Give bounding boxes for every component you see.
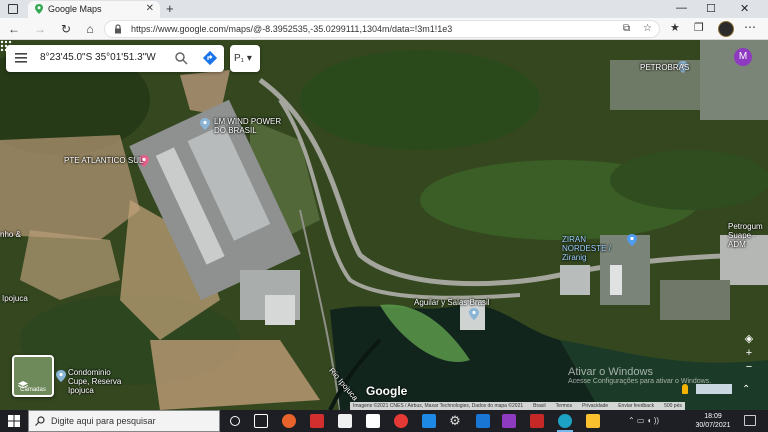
app-icon-4[interactable]: [366, 414, 380, 428]
tab-google-maps[interactable]: Google Maps ✕: [28, 1, 160, 18]
menu-icon[interactable]: [15, 52, 27, 64]
app-icon-6[interactable]: [476, 414, 490, 428]
layers-button[interactable]: Camadas: [12, 355, 54, 397]
back-icon[interactable]: ←: [6, 21, 22, 37]
place-label-lm-wind-power[interactable]: LM WIND POWER DO BRASIL: [214, 117, 282, 135]
taskbar-clock[interactable]: 18:09 30/07/2021: [694, 412, 732, 430]
app-icon-8[interactable]: [530, 414, 544, 428]
compass-icon[interactable]: ◈: [742, 332, 756, 346]
task-view-icon[interactable]: [254, 414, 268, 428]
place-label-partial-left[interactable]: nho &: [0, 230, 21, 239]
taskbar-search-placeholder: Digite aqui para pesquisar: [51, 416, 156, 426]
clock-date: 30/07/2021: [695, 422, 731, 429]
tab-actions-icon[interactable]: [8, 4, 18, 14]
terms-link[interactable]: Termos: [556, 403, 572, 409]
lock-icon: [115, 24, 121, 34]
more-menu-icon[interactable]: ⋯: [744, 20, 756, 34]
taskbar-search[interactable]: Digite aqui para pesquisar: [28, 410, 220, 432]
country-link[interactable]: Brasil: [533, 403, 546, 409]
collections-icon[interactable]: ❐: [694, 21, 704, 34]
edge-browser-icon[interactable]: [558, 414, 572, 428]
watermark-title: Ativar o Windows: [568, 366, 653, 378]
open-app-icon[interactable]: ⧉: [623, 23, 630, 34]
directions-icon[interactable]: [202, 50, 218, 66]
place-label-ipojuca[interactable]: Ipojuca: [2, 294, 28, 303]
map-search-box[interactable]: 8°23'45.0"S 35°01'51.3"W: [6, 45, 224, 72]
app-icon-5[interactable]: [422, 414, 436, 428]
windows-activation-watermark: Ativar o Windows Acesse Configurações pa…: [568, 366, 711, 385]
place-label-petrobras[interactable]: PETROBRAS: [640, 63, 689, 72]
cortana-icon[interactable]: [230, 416, 240, 426]
place-pin-icon[interactable]: [469, 308, 479, 320]
apps-grid-icon[interactable]: [0, 40, 12, 52]
google-maps-favicon-icon: [35, 4, 43, 14]
attribution-bar: Imagens ©2021 CNES / Airbus, Maxar Techn…: [350, 402, 685, 410]
zoom-in-button[interactable]: +: [742, 346, 756, 360]
browser-tab-bar: Google Maps ✕ + — ☐ ✕: [0, 0, 768, 18]
map-controls: ◈ + −: [742, 332, 756, 374]
app-icon-3[interactable]: [338, 414, 352, 428]
satellite-imagery: [0, 40, 768, 410]
tab-close-icon[interactable]: ✕: [146, 3, 154, 14]
tab-title: Google Maps: [48, 4, 102, 14]
pegman-icon[interactable]: [682, 384, 688, 394]
zoom-out-button[interactable]: −: [742, 360, 756, 374]
account-avatar[interactable]: M: [734, 48, 752, 66]
place-label-aguilar-y-salas[interactable]: Aguilar y Salas Brasil: [414, 298, 490, 307]
place-label-petrogum[interactable]: Petrogum Suape · ADM: [728, 222, 768, 249]
watermark-subtitle: Acesse Configurações para ativar o Windo…: [568, 378, 712, 385]
place-pin-icon[interactable]: [56, 370, 66, 382]
browser-nav-bar: ← → ↻ ⌂ https://www.google.com/maps/@-8.…: [0, 18, 768, 40]
new-tab-icon[interactable]: +: [166, 1, 174, 16]
minimize-icon[interactable]: —: [676, 2, 687, 14]
address-bar[interactable]: https://www.google.com/maps/@-8.3952535,…: [104, 20, 660, 38]
settings-gear-icon[interactable]: ⚙: [448, 414, 462, 428]
place-pin-icon[interactable]: [627, 234, 637, 246]
privacy-link[interactable]: Privacidade: [582, 403, 608, 409]
file-explorer-icon[interactable]: [586, 414, 600, 428]
home-icon[interactable]: ⌂: [82, 21, 98, 37]
google-logo: Google: [366, 384, 408, 398]
notification-icon[interactable]: [744, 415, 756, 426]
favorite-star-icon[interactable]: ☆: [643, 23, 652, 34]
app-icon-2[interactable]: [310, 414, 324, 428]
search-icon: [35, 416, 45, 426]
satellite-map[interactable]: 8°23'45.0"S 35°01'51.3"W P₁ ▾ M LM WIND …: [0, 40, 768, 410]
place-pin-icon[interactable]: [200, 118, 210, 130]
place-label-condominio-cupe[interactable]: Condominio Cupe, Reserva Ipojuca: [68, 368, 130, 395]
system-tray-icons[interactable]: ⌃ ▭ ◖ )): [628, 416, 659, 425]
windows-taskbar: Digite aqui para pesquisar ⚙ ⌃ ▭ ◖ )) 18…: [0, 410, 768, 432]
app-icon-1[interactable]: [282, 414, 296, 428]
windows-start-icon[interactable]: [8, 415, 20, 427]
reload-icon[interactable]: ↻: [58, 21, 74, 37]
search-input[interactable]: 8°23'45.0"S 35°01'51.3"W: [40, 52, 156, 63]
chrome-icon[interactable]: [394, 414, 408, 428]
globe-thumbnail[interactable]: [696, 384, 732, 394]
window-close-icon[interactable]: ✕: [740, 2, 749, 15]
layer-chip-label: P₁: [234, 53, 245, 64]
layers-label: Camadas: [20, 387, 46, 393]
feedback-link[interactable]: Enviar feedback: [618, 403, 654, 409]
profile-avatar[interactable]: [718, 21, 734, 37]
forward-icon[interactable]: →: [32, 21, 48, 37]
imagery-credit: Imagens ©2021 CNES / Airbus, Maxar Techn…: [353, 403, 524, 409]
clock-time: 18:09: [704, 413, 722, 420]
scale-bar[interactable]: 500 pés: [664, 403, 682, 409]
favorites-icon[interactable]: ★: [670, 21, 680, 34]
place-label-ziran-nordeste[interactable]: ZIRAN NORDESTE / Ziranig: [562, 235, 626, 262]
url-text: https://www.google.com/maps/@-8.3952535,…: [131, 24, 453, 34]
search-icon[interactable]: [174, 51, 188, 65]
app-icon-7[interactable]: [502, 414, 516, 428]
map-layer-chip[interactable]: P₁ ▾: [230, 45, 260, 72]
maximize-icon[interactable]: ☐: [706, 2, 716, 15]
expand-icon[interactable]: ⌃: [742, 384, 750, 395]
place-label-pte-atlantico-sul[interactable]: PTE ATLANTICO SUL: [64, 156, 143, 165]
